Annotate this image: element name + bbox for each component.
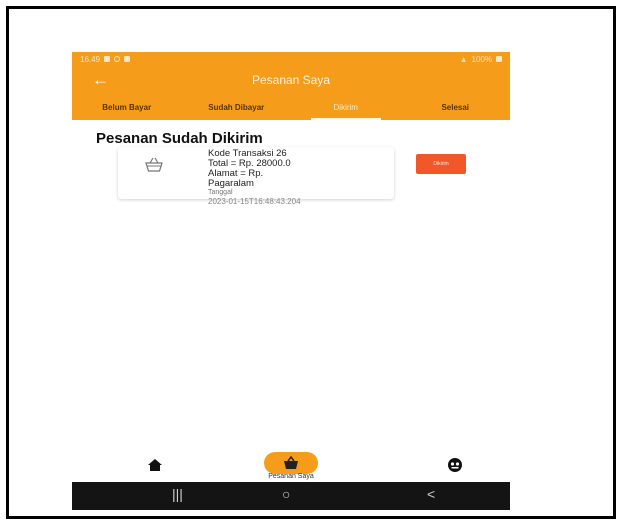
status-time: 16.49 <box>80 54 101 64</box>
app-bar: ← Pesanan Saya <box>72 66 510 94</box>
order-info: Kode Transaksi 26 Total = Rp. 28000.0 Al… <box>208 149 301 207</box>
page-title: Pesanan Saya <box>251 73 331 87</box>
basket-icon <box>284 456 298 469</box>
profile-icon[interactable] <box>447 457 463 473</box>
order-address: Pagaralam <box>208 178 254 189</box>
order-date-label: Tanggal <box>208 189 233 196</box>
status-bar: 16.49 ▲ 100% <box>72 52 510 66</box>
phone-screen: 16.49 ▲ 100% ← Pesanan Saya Belum Bayar … <box>72 52 510 510</box>
home-button[interactable]: ○ <box>282 486 290 502</box>
battery-icon <box>496 56 502 62</box>
order-date: 2023-01-15T16:48:43.204 <box>208 197 301 206</box>
notification-icon <box>114 56 121 62</box>
home-icon[interactable] <box>147 458 163 472</box>
notification-icon <box>124 56 131 62</box>
back-button[interactable]: < <box>427 486 435 502</box>
android-navigation-bar: ||| ○ < <box>72 482 510 510</box>
tab-belum-bayar[interactable]: Belum Bayar <box>72 94 182 120</box>
tab-sudah-dibayar[interactable]: Sudah Dibayar <box>182 94 292 120</box>
order-tabs: Belum Bayar Sudah Dibayar Dikirim Selesa… <box>72 94 510 120</box>
battery-level: 100% <box>471 54 492 64</box>
bottom-navigation: Pesanan Saya <box>72 452 510 482</box>
signal-icon: ▲ <box>459 54 468 64</box>
basket-icon <box>145 157 163 172</box>
order-status-button[interactable]: Dikirim <box>416 154 466 174</box>
recents-button[interactable]: ||| <box>172 486 183 502</box>
notification-icon <box>104 56 111 62</box>
order-card[interactable]: Kode Transaksi 26 Total = Rp. 28000.0 Al… <box>118 147 394 206</box>
nav-pesanan-button[interactable] <box>264 452 318 474</box>
nav-pesanan-label: Pesanan Saya <box>268 473 314 480</box>
tab-dikirim[interactable]: Dikirim <box>291 94 401 120</box>
tab-selesai[interactable]: Selesai <box>401 94 511 120</box>
section-title: Pesanan Sudah Dikirim <box>96 130 263 147</box>
